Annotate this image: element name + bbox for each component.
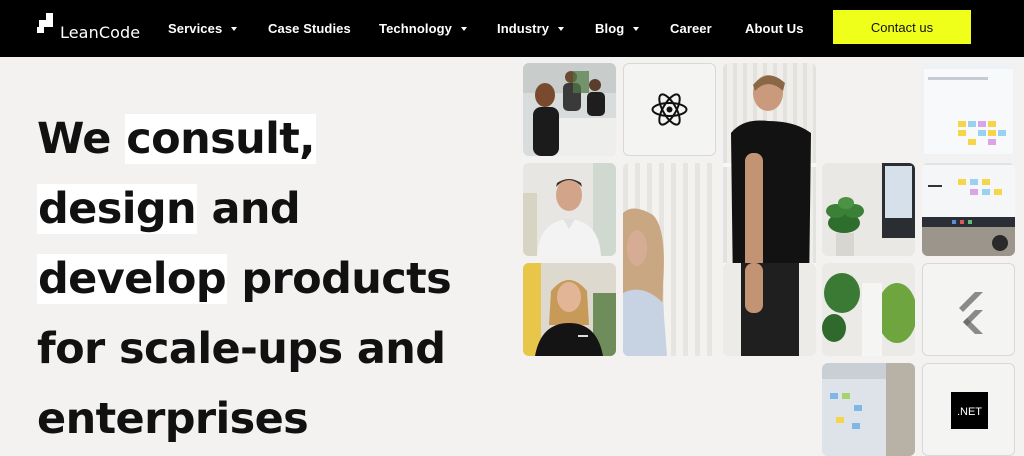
react-tile bbox=[623, 63, 716, 156]
nav-industry-label: Industry bbox=[497, 21, 550, 36]
plants-photo bbox=[822, 263, 915, 356]
hero-text: products bbox=[227, 254, 452, 304]
hero-line-5: enterprises bbox=[37, 394, 309, 444]
woman-at-window-photo bbox=[623, 163, 716, 356]
woman-portrait-photo bbox=[523, 263, 616, 356]
hero-text: and bbox=[197, 184, 301, 234]
top-navigation: LeanCode Services Case Studies Technolog… bbox=[0, 0, 1024, 57]
nav-case-studies-label: Case Studies bbox=[268, 21, 351, 36]
hero-highlight: design bbox=[37, 184, 198, 234]
dotnet-icon: .NET bbox=[951, 392, 988, 429]
nav-blog[interactable]: Blog bbox=[595, 0, 640, 57]
hero-line-3: develop products bbox=[37, 244, 477, 314]
hero-highlight: consult, bbox=[125, 114, 316, 164]
brand-logo[interactable]: LeanCode bbox=[37, 12, 140, 42]
dotnet-tile: .NET bbox=[922, 363, 1015, 456]
caret-down-icon bbox=[558, 27, 565, 31]
flutter-tile bbox=[922, 263, 1015, 356]
hero-line-1: We consult, bbox=[37, 104, 477, 174]
nav-blog-label: Blog bbox=[595, 21, 625, 36]
nav-services-label: Services bbox=[168, 21, 223, 36]
nav-technology-label: Technology bbox=[379, 21, 452, 36]
man-standing-lower-photo bbox=[723, 263, 816, 356]
whiteboard-photo bbox=[822, 363, 915, 456]
nav-career-label: Career bbox=[670, 21, 712, 36]
flutter-icon bbox=[959, 292, 983, 334]
react-icon bbox=[651, 93, 688, 126]
nav-about-us-label: About Us bbox=[745, 21, 804, 36]
kanban-board-photo bbox=[922, 63, 1015, 156]
hero-line-2: design and bbox=[37, 174, 477, 244]
nav-services[interactable]: Services bbox=[168, 0, 238, 57]
caret-down-icon bbox=[231, 27, 238, 31]
dotnet-label: .NET bbox=[956, 406, 983, 418]
nav-technology[interactable]: Technology bbox=[379, 0, 467, 57]
caret-down-icon bbox=[633, 27, 640, 31]
leancode-logo-mark-icon bbox=[37, 13, 59, 41]
contact-us-button[interactable]: Contact us bbox=[833, 10, 971, 44]
man-portrait-photo bbox=[523, 163, 616, 256]
brand-name: LeanCode bbox=[60, 22, 141, 42]
caret-down-icon bbox=[460, 27, 467, 31]
nav-case-studies[interactable]: Case Studies bbox=[268, 0, 351, 57]
hero-headline: We consult, design and develop products … bbox=[37, 104, 477, 454]
nav-about-us[interactable]: About Us bbox=[745, 0, 804, 57]
hero-text: We bbox=[37, 114, 126, 164]
nav-industry[interactable]: Industry bbox=[497, 0, 565, 57]
screen-board-photo bbox=[922, 163, 1015, 256]
hero-line-4: for scale-ups and bbox=[37, 324, 446, 374]
hero-highlight: develop bbox=[37, 254, 227, 304]
nav-career[interactable]: Career bbox=[670, 0, 712, 57]
team-meeting-photo bbox=[523, 63, 616, 156]
office-plant-photo bbox=[822, 163, 915, 256]
